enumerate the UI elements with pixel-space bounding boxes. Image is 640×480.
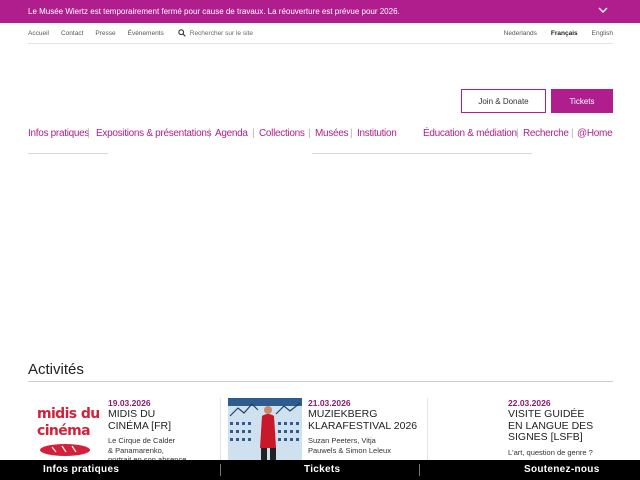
card-1-thumbnail[interactable]: midis du cinéma — [28, 398, 100, 460]
bottom-separator — [220, 464, 221, 476]
card-2-date: 21.03.2026 — [308, 398, 351, 408]
nav-musees[interactable]: Musées — [315, 128, 349, 139]
card-title-line: signes [LSFB] — [508, 431, 583, 443]
card-2-title[interactable]: Muziekberg Klarafestival 2026 — [308, 408, 418, 432]
nav-separator: | — [350, 128, 353, 139]
nav-separator: | — [571, 128, 574, 139]
nav-separator: | — [252, 128, 255, 139]
card-3-date: 22.03.2026 — [508, 398, 551, 408]
utility-link-evenements[interactable]: Événements — [128, 30, 164, 37]
card-title-line: Visite guidée — [508, 408, 585, 420]
lang-en[interactable]: English — [592, 30, 613, 37]
bottom-infos-pratiques[interactable]: Infos pratiques — [43, 464, 119, 475]
nav-separator: | — [516, 128, 519, 139]
activities-title: Activités — [28, 361, 84, 378]
utility-nav: Accueil Contact Presse Événements Recher… — [28, 23, 613, 44]
utility-link-accueil[interactable]: Accueil — [28, 30, 49, 37]
lang-nl[interactable]: Nederlands — [504, 30, 537, 37]
card-divider — [220, 398, 221, 460]
card-sub-line: L'art, question de genre ? — [508, 448, 593, 457]
banner-text: Le Musée Wiertz est temporairement fermé… — [28, 7, 400, 16]
closure-banner: Le Musée Wiertz est temporairement fermé… — [0, 0, 640, 23]
activities-divider — [28, 381, 613, 382]
nav-separator: | — [87, 128, 90, 139]
concert-photo — [228, 398, 302, 460]
search-field[interactable]: Rechercher sur le site — [178, 29, 253, 37]
nav-home[interactable]: @Home — [577, 128, 613, 139]
lang-fr[interactable]: Français — [551, 30, 578, 37]
join-donate-button[interactable]: Join & Donate — [461, 89, 546, 113]
utility-link-presse[interactable]: Presse — [95, 30, 115, 37]
bottom-separator — [419, 464, 420, 476]
card-title-line: Midis du — [108, 408, 156, 420]
bread-illustration — [40, 444, 90, 456]
card-2-subtitle: Suzan Peeters, Vitja Pauwels & Simon Lel… — [308, 436, 391, 455]
card-sub-line: Pauwels & Simon Leleux — [308, 445, 391, 455]
search-input[interactable]: Rechercher sur le site — [190, 30, 253, 37]
nav-infos-pratiques[interactable]: Infos pratiques — [28, 128, 89, 139]
main-nav: Infos pratiques | Expositions & présenta… — [28, 128, 613, 144]
thumb-text: cinéma — [37, 423, 91, 439]
nav-separator: | — [208, 128, 211, 139]
card-title-line: Klarafestival 2026 — [308, 419, 418, 432]
bottom-action-bar: Infos pratiques Tickets Soutenez-nous — [0, 460, 640, 480]
card-1-date: 19.03.2026 — [108, 398, 151, 408]
card-sub-line: Le Cirque de Calder — [108, 436, 176, 445]
thumb-text: midis du — [37, 406, 100, 422]
nav-underline — [28, 153, 108, 154]
card-sub-line: & Panamarenko, — [108, 445, 164, 455]
card-title-line: cinéma [FR] — [108, 419, 172, 432]
tickets-button[interactable]: Tickets — [551, 89, 613, 113]
card-3-title[interactable]: Visite guidée en langue des signes [LSFB… — [508, 408, 593, 444]
nav-expositions[interactable]: Expositions & présentations — [96, 128, 212, 139]
nav-agenda[interactable]: Agenda — [215, 128, 248, 139]
nav-institution[interactable]: Institution — [357, 128, 397, 139]
chevron-down-icon[interactable] — [598, 5, 608, 15]
nav-underline — [312, 153, 532, 154]
card-divider — [427, 398, 428, 460]
bottom-soutenez-nous[interactable]: Soutenez-nous — [524, 464, 600, 475]
search-icon — [178, 29, 186, 37]
card-2-thumbnail[interactable] — [228, 398, 302, 460]
card-title-line: Muziekberg — [308, 408, 378, 420]
utility-link-contact[interactable]: Contact — [61, 30, 83, 37]
language-switcher: Nederlands Français English — [504, 30, 613, 37]
card-1-title[interactable]: Midis du cinéma [FR] — [108, 408, 172, 432]
nav-recherche[interactable]: Recherche — [523, 128, 569, 139]
nav-education[interactable]: Éducation & médiation — [423, 128, 517, 139]
card-sub-line: Suzan Peeters, Vitja — [308, 436, 376, 445]
bottom-tickets[interactable]: Tickets — [304, 464, 340, 475]
card-3-subtitle: L'art, question de genre ? — [508, 448, 593, 458]
nav-separator: | — [308, 128, 311, 139]
nav-collections[interactable]: Collections — [259, 128, 305, 139]
